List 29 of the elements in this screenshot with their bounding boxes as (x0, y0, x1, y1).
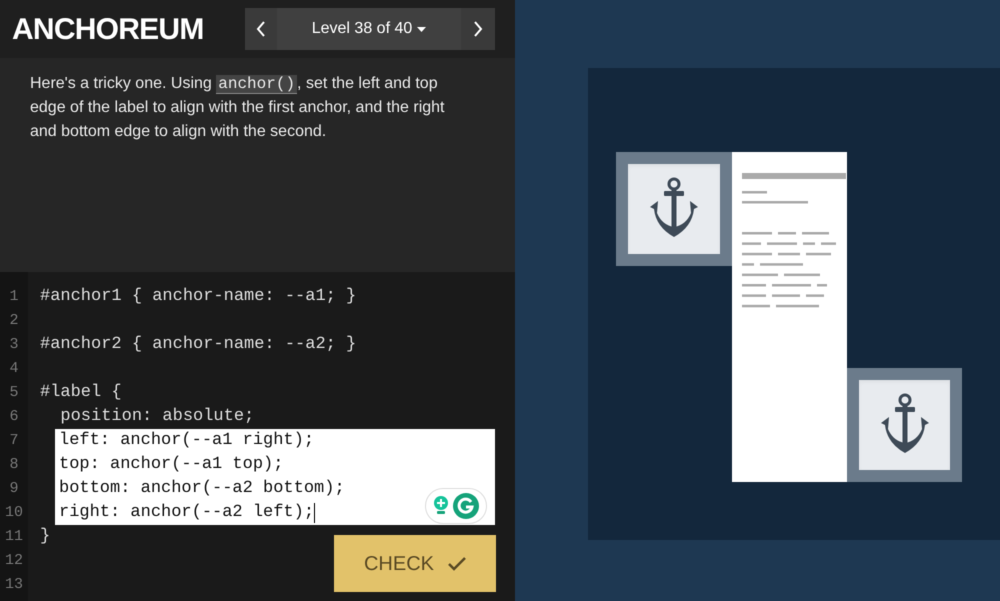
level-dropdown[interactable]: Level 38 of 40 (277, 8, 461, 50)
line-number: 2 (8, 311, 20, 331)
chevron-left-icon (256, 21, 266, 37)
grammarly-logo-icon (453, 493, 479, 519)
checkmark-icon (448, 556, 466, 570)
code-line: } (40, 526, 50, 548)
code-line: #label { (40, 382, 122, 404)
chevron-right-icon (473, 21, 483, 37)
instructions-text: Here's a tricky one. Using anchor(), set the left and top edge of the label to align with the first anchor, and the right and bottom edge to align with the second. (30, 74, 446, 142)
line-number: 6 (8, 407, 20, 427)
code-line: position: absolute; (59, 406, 254, 428)
line-number: 1 (8, 287, 20, 307)
line-number: 10 (4, 503, 24, 523)
code-line: #anchor1 { anchor-name: --a1; } (40, 286, 356, 308)
line-number: 3 (8, 335, 20, 355)
check-button[interactable]: CHECK (334, 535, 496, 592)
line-number: 4 (8, 359, 20, 379)
line-number: 7 (8, 431, 20, 451)
lightbulb-icon (433, 495, 449, 517)
caret-icon (417, 26, 426, 32)
line-number: 5 (8, 383, 20, 403)
line-number: 9 (8, 479, 20, 499)
text-cursor (314, 503, 316, 523)
line-number: 13 (4, 575, 24, 595)
logo: ANCHOREUM (12, 12, 205, 48)
line-number: 12 (4, 551, 24, 571)
line-number: 11 (4, 527, 24, 547)
code-line: #anchor2 { anchor-name: --a2; } (40, 334, 356, 356)
line-number: 8 (8, 455, 20, 475)
